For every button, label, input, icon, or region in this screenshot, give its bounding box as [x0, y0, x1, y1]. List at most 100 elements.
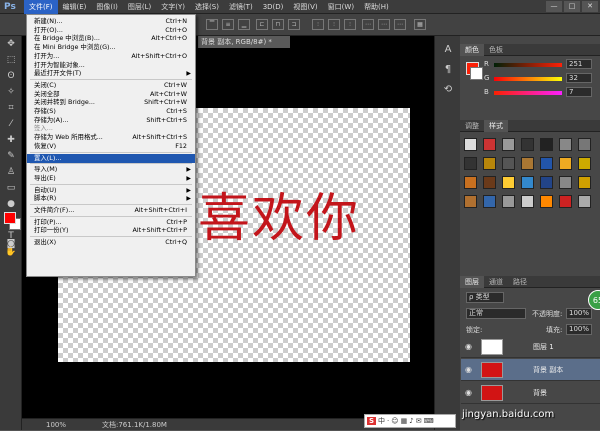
slider-track[interactable]	[494, 63, 562, 67]
quick-mask-icon[interactable]: ◙	[0, 236, 22, 252]
maximize-button[interactable]: □	[564, 1, 580, 12]
file-menu-item[interactable]: 文件简介(F)... Alt+Shift+Ctrl+I	[27, 206, 195, 215]
auto-align-icon[interactable]: ▦	[414, 19, 426, 30]
align-top-icon[interactable]: ▔	[206, 19, 218, 30]
tray-icon[interactable]: ☺	[391, 417, 398, 425]
distribute-right-icon[interactable]: ⋯	[394, 19, 406, 30]
character-panel-icon[interactable]: A	[435, 40, 461, 60]
style-swatch[interactable]	[483, 176, 496, 189]
blend-mode-select[interactable]: 正常	[466, 308, 526, 319]
slider-blue[interactable]: B 7	[484, 87, 596, 98]
style-swatch[interactable]	[540, 195, 553, 208]
style-swatch[interactable]	[540, 138, 553, 151]
tray-icon[interactable]: ⌨	[424, 417, 434, 425]
tab-color[interactable]: 颜色	[460, 44, 484, 56]
style-swatch[interactable]	[578, 157, 591, 170]
file-menu-item[interactable]: 打印一份(Y) Alt+Shift+Ctrl+P	[27, 226, 195, 235]
style-swatch[interactable]	[521, 157, 534, 170]
style-swatch[interactable]	[502, 176, 515, 189]
menu-item[interactable]: 文字(Y)	[156, 0, 190, 14]
menu-item[interactable]: 帮助(H)	[359, 0, 394, 14]
file-menu-item[interactable]: 存储为 Web 所用格式... Alt+Shift+Ctrl+S	[27, 133, 195, 142]
file-menu-item[interactable]: 打开为... Alt+Shift+Ctrl+O	[27, 52, 195, 61]
channel-value[interactable]: 32	[566, 73, 592, 83]
align-center-icon[interactable]: ⊓	[272, 19, 284, 30]
menu-item[interactable]: 编辑(E)	[58, 0, 92, 14]
eyedropper-tool-icon[interactable]: ⁄	[0, 116, 22, 132]
visibility-eye-icon[interactable]: ◉	[465, 388, 472, 397]
brush-tool-icon[interactable]: ✎	[0, 148, 22, 164]
file-menu-item[interactable]: 最近打开文件(T) ▶	[27, 69, 195, 78]
file-menu-item[interactable]: 关闭并转到 Bridge... Shift+Ctrl+W	[27, 98, 195, 107]
style-swatch[interactable]	[521, 176, 534, 189]
tray-icon[interactable]: 中	[378, 416, 385, 426]
file-menu-item[interactable]: 置入(L)...	[27, 153, 195, 163]
magic-wand-tool-icon[interactable]: ✧	[0, 84, 22, 100]
distribute-middle-icon[interactable]: ⫶	[328, 19, 340, 30]
file-menu-item[interactable]: 导出(E) ▶	[27, 174, 195, 183]
tray-icon[interactable]: ▦	[401, 417, 408, 425]
menu-item[interactable]: 3D(D)	[258, 0, 289, 14]
style-swatch[interactable]	[502, 157, 515, 170]
align-middle-icon[interactable]: ≡	[222, 19, 234, 30]
layer-kind-filter[interactable]: ρ 类型	[466, 292, 504, 303]
file-menu-item[interactable]: 脚本(R) ▶	[27, 194, 195, 203]
tab-paths[interactable]: 路径	[508, 276, 532, 288]
slider-red[interactable]: R 251	[484, 59, 596, 70]
fill-input[interactable]: 100%	[566, 324, 592, 335]
file-menu-item[interactable]: 退出(X) Ctrl+Q	[27, 238, 195, 247]
visibility-eye-icon[interactable]: ◉	[465, 365, 472, 374]
crop-tool-icon[interactable]: ⌗	[0, 100, 22, 116]
tray-icon[interactable]: ✉	[416, 417, 422, 425]
style-swatch[interactable]	[521, 195, 534, 208]
align-bottom-icon[interactable]: ▁	[238, 19, 250, 30]
menu-item[interactable]: 窗口(W)	[323, 0, 359, 14]
menu-item[interactable]: 图层(L)	[123, 0, 156, 14]
menu-item[interactable]: 滤镜(T)	[224, 0, 258, 14]
clone-stamp-tool-icon[interactable]: ♙	[0, 164, 22, 180]
history-panel-icon[interactable]: ⟲	[435, 80, 461, 100]
foreground-color-swatch[interactable]	[4, 212, 16, 224]
channel-value[interactable]: 7	[566, 87, 592, 97]
slider-track[interactable]	[494, 91, 562, 95]
tray-icon[interactable]: ·	[387, 417, 389, 425]
style-swatch[interactable]	[540, 157, 553, 170]
style-swatch[interactable]	[559, 195, 572, 208]
distribute-center-icon[interactable]: ⋯	[378, 19, 390, 30]
menu-item[interactable]: 文件(F)	[24, 0, 58, 14]
distribute-top-icon[interactable]: ⫶	[312, 19, 324, 30]
menu-item[interactable]: 选择(S)	[190, 0, 224, 14]
style-swatch[interactable]	[464, 138, 477, 151]
menu-item[interactable]: 图像(I)	[91, 0, 123, 14]
file-menu-item[interactable]: 新建(N)... Ctrl+N	[27, 17, 195, 26]
lasso-tool-icon[interactable]: ʘ	[0, 68, 22, 84]
style-swatch[interactable]	[559, 157, 572, 170]
align-left-icon[interactable]: ⊏	[256, 19, 268, 30]
style-swatch[interactable]	[464, 195, 477, 208]
visibility-eye-icon[interactable]: ◉	[465, 342, 472, 351]
move-tool-icon[interactable]: ✥	[0, 36, 22, 52]
close-button[interactable]: ✕	[582, 1, 598, 12]
file-menu-item[interactable]: 存储(S) Ctrl+S	[27, 107, 195, 116]
tab-channels[interactable]: 通道	[484, 276, 508, 288]
paragraph-panel-icon[interactable]: ¶	[435, 60, 461, 80]
healing-brush-tool-icon[interactable]: ✚	[0, 132, 22, 148]
style-swatch[interactable]	[464, 176, 477, 189]
tab-swatches[interactable]: 色板	[484, 44, 508, 56]
layer-row[interactable]: ◉ 背景	[461, 382, 600, 404]
tray-icon[interactable]: ♪	[409, 417, 413, 425]
style-swatch[interactable]	[578, 195, 591, 208]
slider-green[interactable]: G 32	[484, 73, 596, 84]
file-menu-item[interactable]: 导入(M) ▶	[27, 165, 195, 174]
style-swatch[interactable]	[483, 138, 496, 151]
marquee-tool-icon[interactable]: ⬚	[0, 52, 22, 68]
style-swatch[interactable]	[502, 138, 515, 151]
style-swatch[interactable]	[521, 138, 534, 151]
distribute-bottom-icon[interactable]: ⫶	[344, 19, 356, 30]
menu-item[interactable]: 视图(V)	[288, 0, 322, 14]
channel-value[interactable]: 251	[566, 59, 592, 69]
tab-layers[interactable]: 图层	[460, 276, 484, 288]
file-menu-item[interactable]: 关闭(C) Ctrl+W	[27, 81, 195, 90]
style-swatch[interactable]	[559, 176, 572, 189]
eraser-tool-icon[interactable]: ▭	[0, 180, 22, 196]
